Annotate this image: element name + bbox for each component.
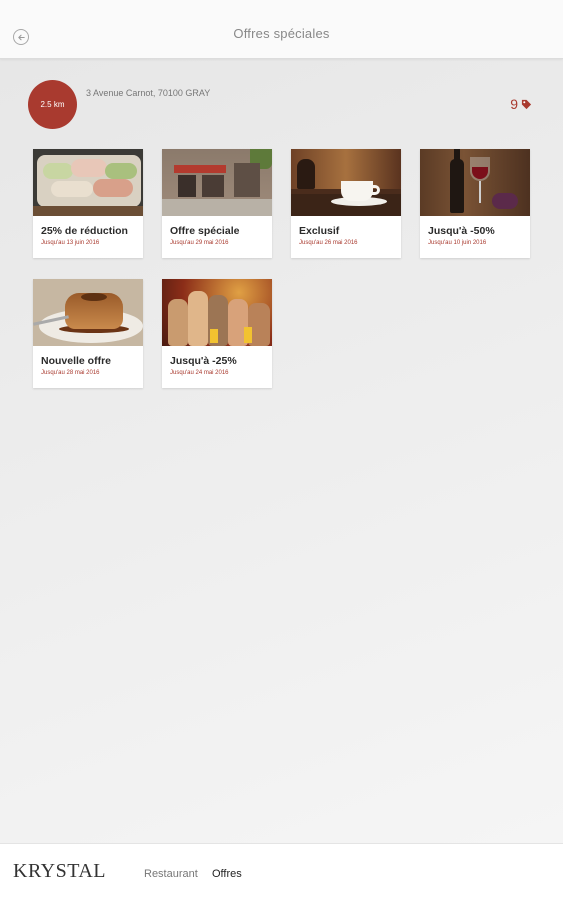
offer-image xyxy=(162,149,272,216)
brand-logo: KRYSTAL xyxy=(13,860,107,882)
distance-badge: 2.5 km xyxy=(28,80,77,129)
offer-count-value: 9 xyxy=(510,96,518,112)
offer-title: Nouvelle offre xyxy=(41,355,112,367)
bottom-bar: KRYSTAL Restaurant Offres xyxy=(0,843,563,900)
offer-card[interactable]: Jusqu'à -25% Jusqu'au 24 mai 2016 xyxy=(162,279,272,388)
offer-title: Jusqu'à -50% xyxy=(428,225,495,237)
offer-card[interactable]: Exclusif Jusqu'au 26 mai 2016 xyxy=(291,149,401,258)
offer-date: Jusqu'au 26 mai 2016 xyxy=(299,240,358,246)
offer-title: Jusqu'à -25% xyxy=(170,355,237,367)
offer-date: Jusqu'au 24 mai 2016 xyxy=(170,370,229,376)
offer-card[interactable]: Jusqu'à -50% Jusqu'au 10 juin 2016 xyxy=(420,149,530,258)
offer-image xyxy=(291,149,401,216)
offer-card[interactable]: 25% de réduction Jusqu'au 13 juin 2016 xyxy=(33,149,143,258)
offer-date: Jusqu'au 28 mai 2016 xyxy=(41,370,100,376)
app-header: Offres spéciales xyxy=(0,0,563,59)
offer-date: Jusqu'au 10 juin 2016 xyxy=(428,240,487,246)
offer-title: Exclusif xyxy=(299,225,340,237)
offer-card[interactable]: Offre spéciale Jusqu'au 29 mai 2016 xyxy=(162,149,272,258)
offer-date: Jusqu'au 29 mai 2016 xyxy=(170,240,229,246)
page-title: Offres spéciales xyxy=(233,26,330,41)
offer-card[interactable]: Nouvelle offre Jusqu'au 28 mai 2016 xyxy=(33,279,143,388)
offer-date: Jusqu'au 13 juin 2016 xyxy=(41,240,100,246)
offer-image xyxy=(33,149,143,216)
tag-icon xyxy=(521,99,532,109)
nav-restaurant[interactable]: Restaurant xyxy=(144,868,198,880)
offer-image xyxy=(162,279,272,346)
offer-title: 25% de réduction xyxy=(41,225,128,237)
offer-image xyxy=(420,149,530,216)
offer-title: Offre spéciale xyxy=(170,225,240,237)
nav-offres[interactable]: Offres xyxy=(212,868,242,880)
offer-image xyxy=(33,279,143,346)
restaurant-address: 3 Avenue Carnot, 70100 GRAY xyxy=(86,88,211,98)
offer-count[interactable]: 9 xyxy=(510,96,532,112)
